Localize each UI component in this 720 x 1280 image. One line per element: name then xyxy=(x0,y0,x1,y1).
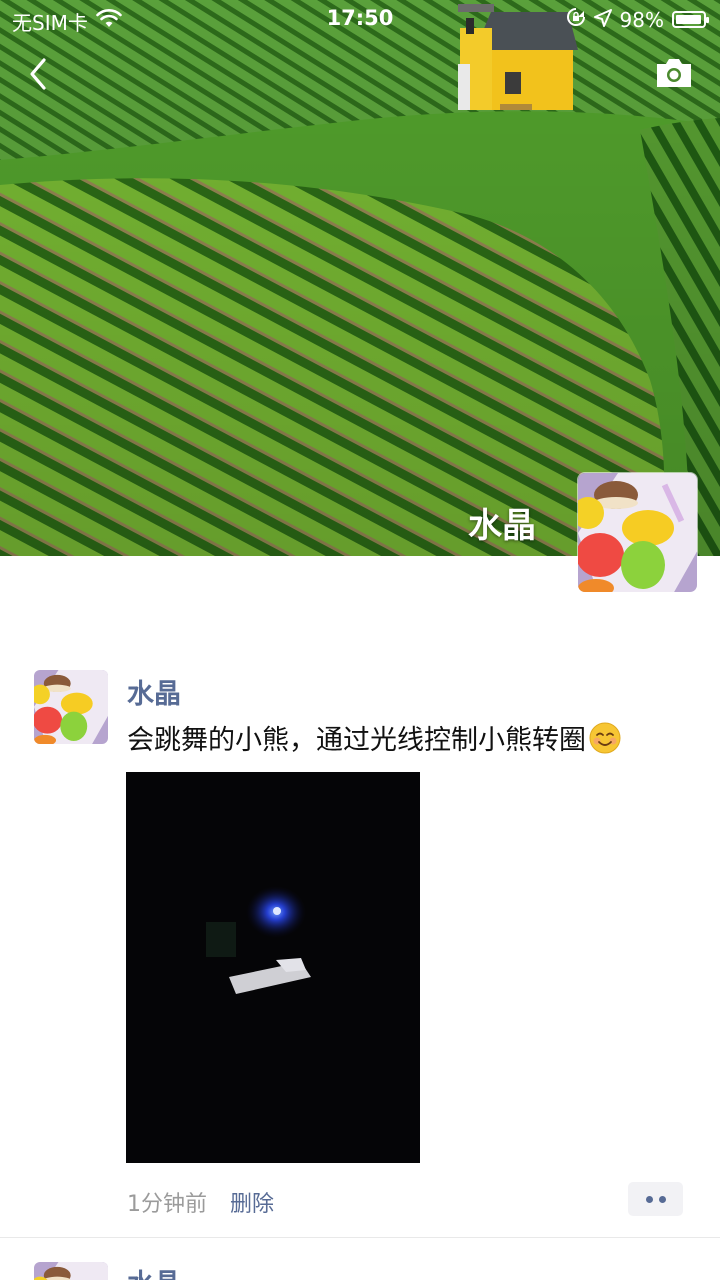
battery-percent: 98% xyxy=(619,7,664,32)
status-bar: 无SIM卡 17:50 98% xyxy=(0,0,720,38)
orientation-lock-icon xyxy=(566,7,586,32)
post-author-name[interactable]: 水晶 xyxy=(127,672,181,711)
more-dots-icon xyxy=(645,1195,653,1203)
profile-avatar[interactable] xyxy=(577,472,698,593)
back-button[interactable] xyxy=(22,54,62,94)
macaron-avatar-image xyxy=(34,670,108,744)
more-actions-button[interactable] xyxy=(628,1182,683,1216)
chevron-left-icon xyxy=(30,58,46,90)
camera-button[interactable] xyxy=(654,56,694,90)
post-author-avatar[interactable] xyxy=(34,1262,108,1280)
camera-icon xyxy=(657,59,691,87)
battery-icon xyxy=(672,11,709,28)
post-text-content: 会跳舞的小熊，通过光线控制小熊转圈 xyxy=(127,725,586,756)
location-arrow-icon xyxy=(593,8,612,32)
profile-name[interactable]: 水晶 xyxy=(468,498,536,547)
post-text: 会跳舞的小熊，通过光线控制小熊转圈 xyxy=(127,718,622,762)
more-dots-icon xyxy=(658,1195,666,1203)
moments-page: 无SIM卡 17:50 98% 水晶 水晶 会跳舞的小熊，通过光线控制小熊转圈 … xyxy=(0,0,720,1280)
post-timestamp: 1分钟前 xyxy=(127,1192,207,1217)
post-author-avatar[interactable] xyxy=(34,670,108,744)
smiling-face-icon xyxy=(588,721,622,762)
post-divider xyxy=(0,1237,720,1238)
macaron-avatar-image xyxy=(34,1262,108,1280)
status-right: 98% xyxy=(566,7,709,32)
dark-photo-image xyxy=(126,772,420,1163)
macaron-avatar-image xyxy=(578,473,697,592)
post-image[interactable] xyxy=(126,772,420,1163)
post-author-name[interactable]: 水晶 xyxy=(127,1262,181,1280)
delete-link[interactable]: 删除 xyxy=(230,1186,274,1218)
